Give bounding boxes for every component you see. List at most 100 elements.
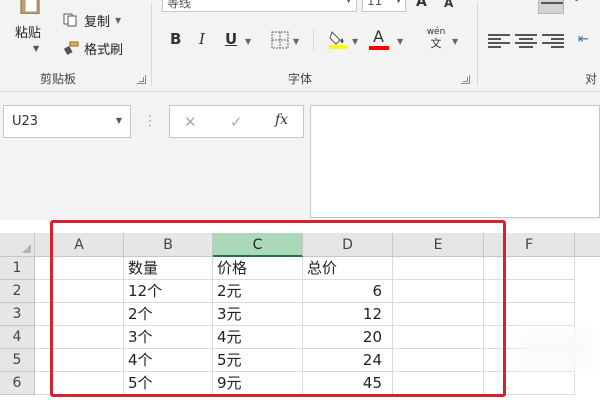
cell-a4[interactable] xyxy=(35,326,124,349)
borders-dropdown-caret[interactable]: ▼ xyxy=(293,37,299,46)
cell-a1[interactable] xyxy=(35,257,124,280)
cell-d6[interactable]: 45 xyxy=(303,372,393,395)
clipboard-dialog-launcher[interactable] xyxy=(137,75,146,84)
cell-f2[interactable] xyxy=(484,280,575,303)
cell-b6[interactable]: 5个 xyxy=(124,372,213,395)
cell-c3[interactable]: 3元 xyxy=(213,303,303,326)
cell-f1[interactable] xyxy=(484,257,575,280)
grow-font-button[interactable]: A xyxy=(416,0,427,10)
align-middle-button[interactable] xyxy=(538,0,564,14)
chevron-down-icon: ▼ xyxy=(395,0,402,5)
copy-button[interactable]: 复制 ▼ xyxy=(63,11,121,30)
chevron-down-icon: ▼ xyxy=(345,0,352,5)
column-header-b[interactable]: B xyxy=(124,233,213,257)
cell-c6[interactable]: 9元 xyxy=(213,372,303,395)
format-painter-label: 格式刷 xyxy=(84,42,124,58)
font-color-swatch xyxy=(369,46,389,50)
column-header-d[interactable]: D xyxy=(303,233,393,257)
row-header-6[interactable]: 6 xyxy=(0,372,35,395)
decrease-indent-icon[interactable]: ⇤ xyxy=(578,32,600,50)
font-size-select[interactable]: 11 ▼ xyxy=(362,0,406,12)
cell-f6[interactable] xyxy=(484,372,575,395)
cell-c5[interactable]: 5元 xyxy=(213,349,303,372)
formula-bar-resize-handle[interactable]: · · · xyxy=(148,110,152,132)
name-box-value: U23 xyxy=(12,114,39,129)
cell-a2[interactable] xyxy=(35,280,124,303)
row-header-2[interactable]: 2 xyxy=(0,280,35,303)
format-painter-button[interactable]: 格式刷 xyxy=(63,39,124,58)
cell-a5[interactable] xyxy=(35,349,124,372)
cell-d3[interactable]: 12 xyxy=(303,303,393,326)
italic-button[interactable]: I xyxy=(199,30,205,48)
cell-f3[interactable] xyxy=(484,303,575,326)
cell-a6[interactable] xyxy=(35,372,124,395)
phonetic-guide-button[interactable]: wén 文 xyxy=(425,28,447,51)
font-size-value: 11 xyxy=(367,0,383,8)
copy-label: 复制 xyxy=(84,14,111,30)
font-color-button[interactable]: A xyxy=(373,27,384,46)
name-box[interactable]: U23 ▼ xyxy=(3,105,131,138)
font-name-value: 等线 xyxy=(167,0,192,10)
enter-button[interactable]: ✓ xyxy=(230,113,243,131)
underline-button[interactable]: U xyxy=(225,30,237,48)
column-header-a[interactable]: A xyxy=(35,233,124,257)
formula-buttons: ✕ ✓ fx xyxy=(169,105,304,138)
font-group-label: 字体 xyxy=(288,72,313,86)
align-right-icon[interactable] xyxy=(542,34,564,48)
cell-c4[interactable]: 4元 xyxy=(213,326,303,349)
cell-d5[interactable]: 24 xyxy=(303,349,393,372)
copy-icon xyxy=(63,13,77,27)
cell-e6[interactable] xyxy=(393,372,484,395)
cell-b3[interactable]: 2个 xyxy=(124,303,213,326)
cell-b1[interactable]: 数量 xyxy=(124,257,213,280)
bold-button[interactable]: B xyxy=(170,30,181,48)
cell-b5[interactable]: 4个 xyxy=(124,349,213,372)
column-header-e[interactable]: E xyxy=(393,233,484,257)
cell-d2[interactable]: 6 xyxy=(303,280,393,303)
insert-function-button[interactable]: fx xyxy=(275,112,288,128)
cell-e3[interactable] xyxy=(393,303,484,326)
column-header-f[interactable]: F xyxy=(484,233,575,257)
cell-e4[interactable] xyxy=(393,326,484,349)
font-color-dropdown-caret[interactable]: ▼ xyxy=(397,37,403,46)
ribbon-separator xyxy=(477,2,478,86)
phonetic-dropdown-caret[interactable]: ▼ xyxy=(452,37,458,46)
cell-d1[interactable]: 总价 xyxy=(303,257,393,280)
cancel-button[interactable]: ✕ xyxy=(184,113,197,131)
paste-dropdown-caret[interactable]: ▼ xyxy=(33,44,39,53)
column-header-c[interactable]: C xyxy=(213,233,303,257)
column-header-g[interactable] xyxy=(575,233,600,257)
row-header-5[interactable]: 5 xyxy=(0,349,35,372)
align-top-icon[interactable] xyxy=(510,0,532,8)
paste-icon xyxy=(20,0,40,14)
row-header-1[interactable]: 1 xyxy=(0,257,35,280)
cell-e2[interactable] xyxy=(393,280,484,303)
align-left-icon[interactable] xyxy=(488,34,510,48)
spreadsheet-grid: A B C D E F 1 数量 价格 总价 2 12个 2元 6 3 2个 3… xyxy=(0,233,600,400)
shrink-font-button[interactable]: A xyxy=(444,0,453,10)
clipboard-group-label: 剪贴板 xyxy=(40,72,77,86)
align-center-icon[interactable] xyxy=(515,34,537,48)
font-name-select[interactable]: 等线 ▼ xyxy=(162,0,357,12)
row-header-4[interactable]: 4 xyxy=(0,326,35,349)
cell-b2[interactable]: 12个 xyxy=(124,280,213,303)
copy-dropdown-caret[interactable]: ▼ xyxy=(115,16,121,25)
fill-color-icon[interactable] xyxy=(327,28,349,50)
cell-e1[interactable] xyxy=(393,257,484,280)
cell-a3[interactable] xyxy=(35,303,124,326)
select-all-button[interactable] xyxy=(0,233,35,257)
chevron-down-icon[interactable]: ▼ xyxy=(116,116,122,125)
orientation-icon[interactable] xyxy=(574,0,596,8)
cell-d4[interactable]: 20 xyxy=(303,326,393,349)
borders-icon[interactable] xyxy=(271,31,289,49)
cell-c1[interactable]: 价格 xyxy=(213,257,303,280)
underline-dropdown-caret[interactable]: ▼ xyxy=(245,37,251,46)
row-header-3[interactable]: 3 xyxy=(0,303,35,326)
font-dialog-launcher[interactable] xyxy=(461,75,470,84)
paste-label: 粘贴 xyxy=(15,26,42,41)
cell-e5[interactable] xyxy=(393,349,484,372)
cell-b4[interactable]: 3个 xyxy=(124,326,213,349)
formula-input[interactable] xyxy=(310,105,600,218)
cell-c2[interactable]: 2元 xyxy=(213,280,303,303)
fill-color-dropdown-caret[interactable]: ▼ xyxy=(352,37,358,46)
